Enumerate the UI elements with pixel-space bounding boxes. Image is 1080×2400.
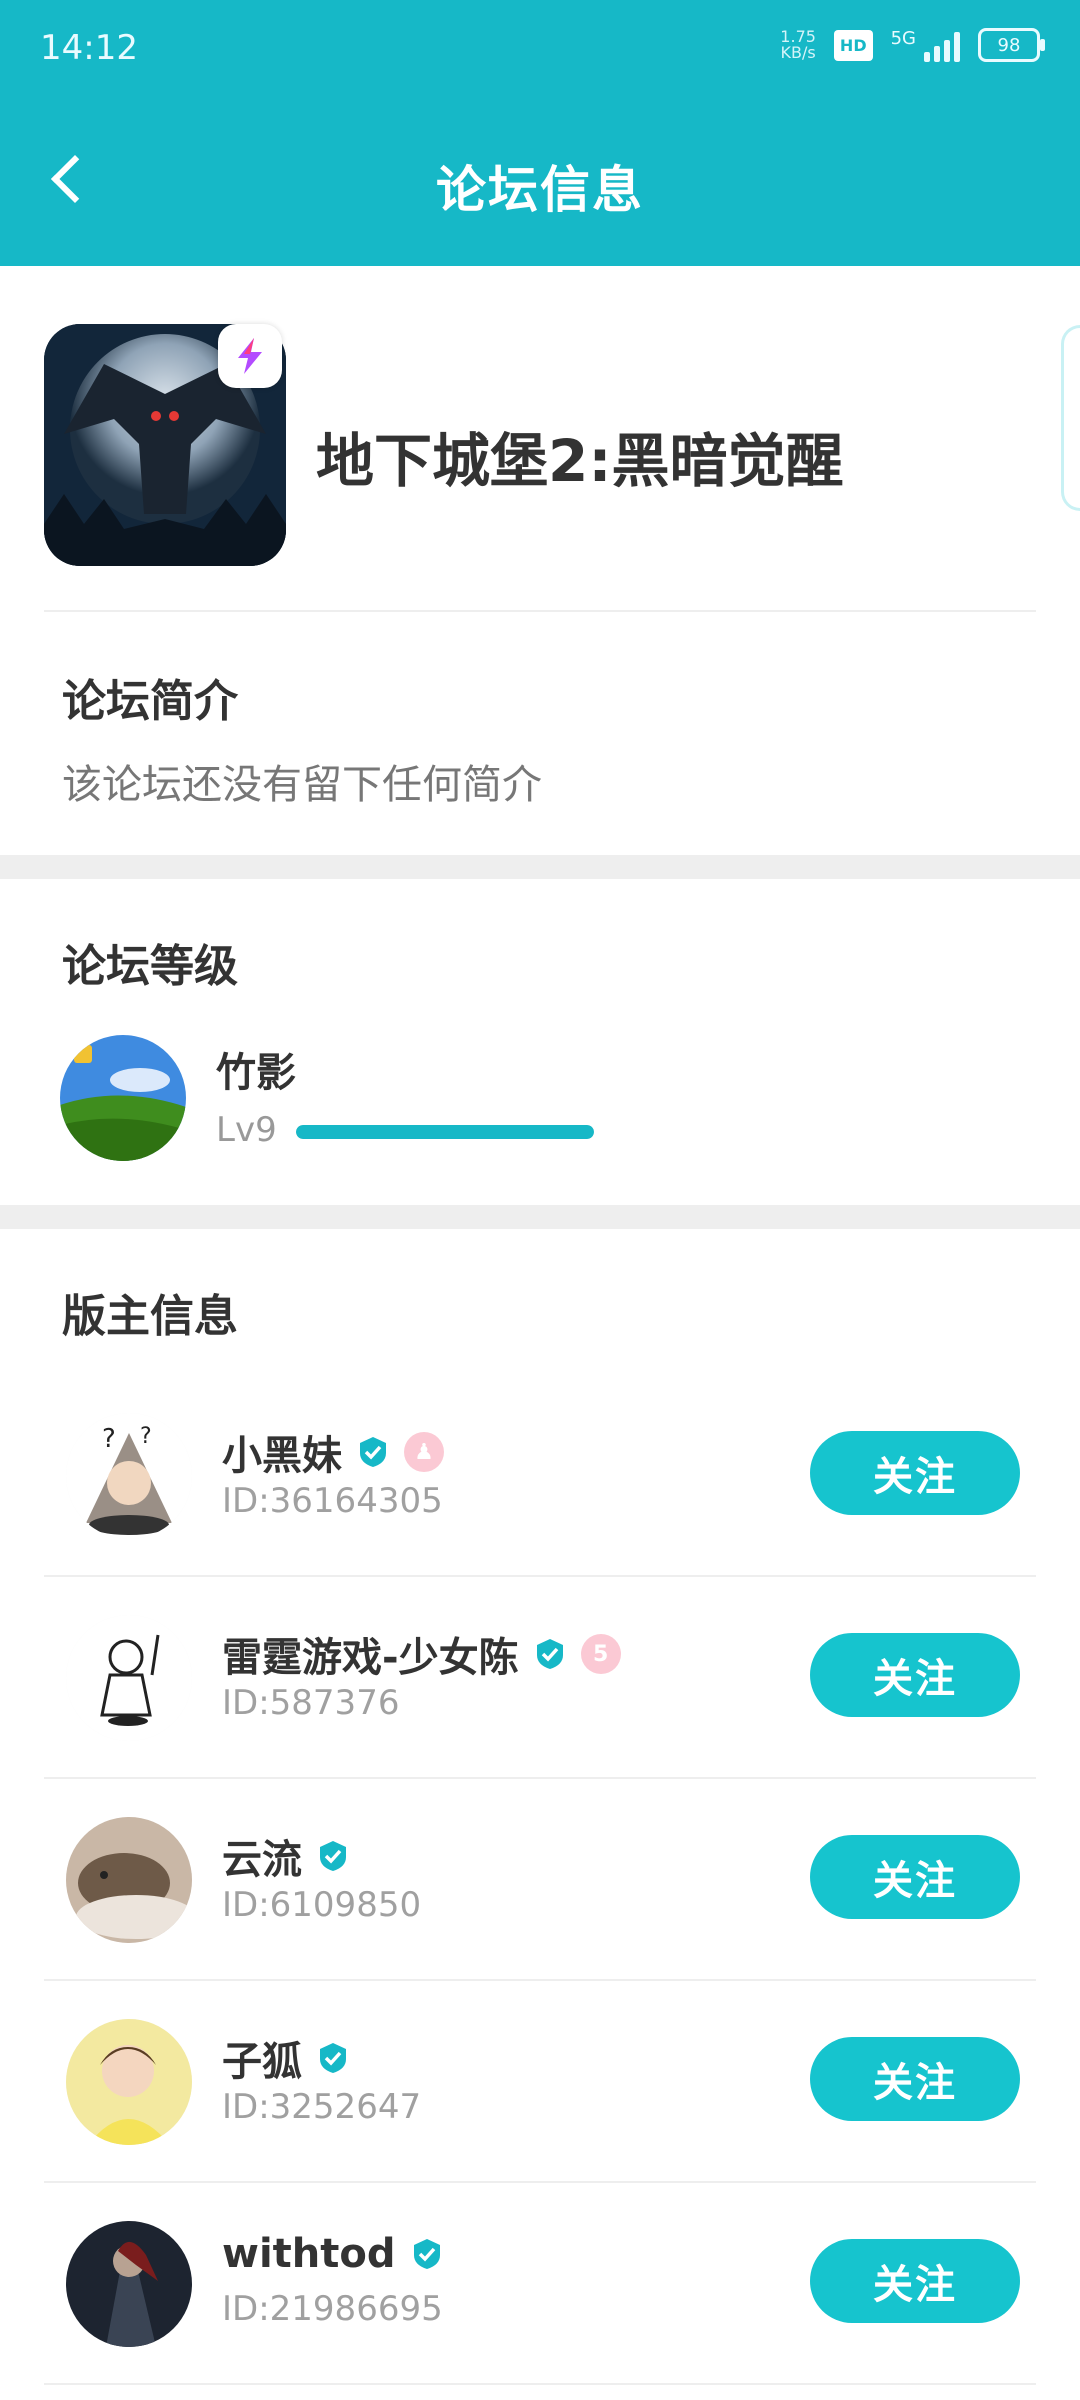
moderator-id: ID:587376 <box>222 1683 400 1723</box>
divider <box>44 2383 1036 2385</box>
badge-icon: ♟ <box>404 1432 444 1472</box>
svg-text:?: ? <box>102 1424 116 1454</box>
badge-icon: 5 <box>580 1634 621 1674</box>
moderator-name: withtod <box>222 2231 444 2277</box>
level-progress-fill <box>296 1125 594 1139</box>
follow-button[interactable]: 关注 <box>810 2239 1020 2323</box>
moderator-row[interactable]: 雷霆游戏-少女陈 5 ID:587376 关注 <box>0 1577 1080 1779</box>
avatar[interactable] <box>66 1615 192 1741</box>
follow-button[interactable]: 关注 <box>810 1633 1020 1717</box>
divider <box>44 610 1036 612</box>
moderator-row[interactable]: withtod ID:21986695 关注 <box>0 2183 1080 2385</box>
intro-title: 论坛简介 <box>62 676 238 727</box>
header: 14:12 1.75 KB/s HD 5G 98 论坛信息 <box>0 0 1080 266</box>
side-drawer-handle[interactable] <box>1061 325 1080 511</box>
follow-button[interactable]: 关注 <box>810 1431 1020 1515</box>
app-bar: 论坛信息 <box>0 100 1080 266</box>
intro-text: 该论坛还没有留下任何简介 <box>62 762 542 808</box>
net-speed: 1.75 KB/s <box>780 27 816 62</box>
verified-icon <box>360 1437 386 1467</box>
level-number: Lv9 <box>216 1110 277 1150</box>
page-title: 论坛信息 <box>436 161 644 219</box>
forum-name: 地下城堡2:黑暗觉醒 <box>316 427 844 495</box>
svg-text:?: ? <box>140 1424 152 1449</box>
forum-header: 地下城堡2:黑暗觉醒 <box>0 266 1080 611</box>
moderator-name: 雷霆游戏-少女陈 5 <box>222 1625 621 1683</box>
follow-button[interactable]: 关注 <box>810 2037 1020 2121</box>
status-time: 14:12 <box>40 28 138 68</box>
follow-button[interactable]: 关注 <box>810 1835 1020 1919</box>
status-icons: 1.75 KB/s HD 5G 98 <box>780 27 1045 62</box>
level-progress-bar <box>296 1125 594 1139</box>
moderator-id: ID:6109850 <box>222 1885 422 1925</box>
lightning-icon <box>218 324 282 388</box>
verified-icon <box>413 2239 440 2269</box>
signal-icon: 5G <box>891 28 960 62</box>
battery-icon: 98 <box>978 28 1045 62</box>
moderators-title: 版主信息 <box>62 1291 238 1342</box>
moderator-name: 小黑妹 ♟ <box>222 1423 444 1481</box>
moderator-row[interactable]: ? ? 小黑妹 ♟ ID:36164305 关注 <box>0 1375 1080 1577</box>
avatar[interactable] <box>60 1035 186 1161</box>
level-user-name: 竹影 <box>216 1050 296 1096</box>
avatar[interactable] <box>66 2221 192 2347</box>
moderator-name: 云流 <box>222 1827 350 1885</box>
moderator-id: ID:36164305 <box>222 1481 443 1521</box>
moderator-row[interactable]: 云流 ID:6109850 关注 <box>0 1779 1080 1981</box>
moderator-id: ID:21986695 <box>222 2289 443 2329</box>
status-bar: 14:12 1.75 KB/s HD 5G 98 <box>0 0 1080 100</box>
avatar[interactable] <box>66 2019 192 2145</box>
verified-icon <box>536 1639 563 1669</box>
moderator-name: 子狐 <box>222 2029 350 2087</box>
verified-icon <box>320 1841 346 1871</box>
verified-icon <box>320 2043 346 2073</box>
hd-icon: HD <box>833 29 873 61</box>
avatar[interactable] <box>66 1817 192 1943</box>
moderator-row[interactable]: 子狐 ID:3252647 关注 <box>0 1981 1080 2183</box>
moderator-id: ID:3252647 <box>222 2087 422 2127</box>
avatar[interactable]: ? ? <box>66 1413 192 1539</box>
section-divider <box>0 855 1080 879</box>
level-title: 论坛等级 <box>62 941 238 992</box>
section-divider <box>0 1205 1080 1229</box>
